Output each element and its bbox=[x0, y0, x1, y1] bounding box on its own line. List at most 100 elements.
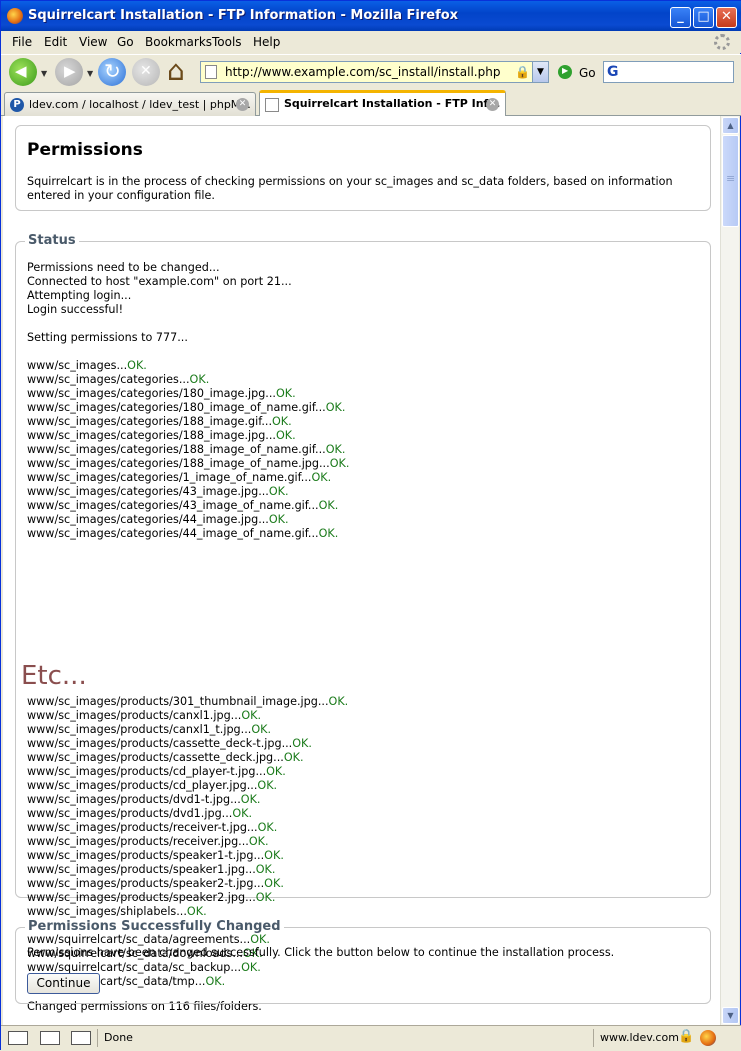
ok-status: OK. bbox=[272, 415, 292, 428]
ok-status: OK. bbox=[189, 373, 210, 386]
ok-status: OK. bbox=[318, 499, 339, 512]
file-permission-line: www/sc_images/products/301_thumbnail_ima… bbox=[27, 695, 349, 708]
scroll-up-arrow-icon[interactable]: ▲ bbox=[722, 117, 739, 134]
status-log: Permissions need to be changed... Connect… bbox=[27, 261, 349, 541]
file-permission-line: www/sc_images/products/cd_player.jpg...O… bbox=[27, 779, 278, 792]
firefox-icon[interactable] bbox=[700, 1030, 716, 1046]
page-icon bbox=[265, 98, 279, 112]
maximize-button[interactable]: □ bbox=[693, 7, 714, 28]
page-icon bbox=[205, 65, 217, 79]
url-input[interactable]: http://www.example.com/sc_install/instal… bbox=[225, 65, 500, 79]
status-text: Done bbox=[104, 1031, 133, 1044]
window-title: Squirrelcart Installation - FTP Informat… bbox=[28, 8, 459, 23]
vertical-scrollbar[interactable]: ▲ ▼ bbox=[720, 116, 739, 1025]
throbber-icon bbox=[714, 34, 730, 50]
google-icon[interactable]: G bbox=[607, 64, 619, 80]
file-permission-line: www/sc_images/categories/44_image_of_nam… bbox=[27, 527, 339, 540]
back-button[interactable] bbox=[9, 58, 37, 86]
file-permission-line: www/sc_images/categories/1_image_of_name… bbox=[27, 471, 332, 484]
page-title: Permissions bbox=[27, 140, 143, 160]
ok-status: OK. bbox=[264, 849, 284, 862]
file-permission-line: www/sc_images/categories/188_image_of_na… bbox=[27, 457, 350, 470]
scroll-down-arrow-icon[interactable]: ▼ bbox=[722, 1007, 739, 1024]
stop-button[interactable] bbox=[132, 58, 160, 86]
file-permission-line: www/sc_images/categories/188_image.gif..… bbox=[27, 415, 292, 428]
go-button[interactable]: Go bbox=[579, 66, 596, 80]
status-line: Attempting login... bbox=[27, 289, 132, 302]
file-permission-line: www/sc_images/products/canxl1_t.jpg...OK… bbox=[27, 723, 272, 736]
go-icon[interactable] bbox=[558, 65, 572, 79]
menu-file[interactable]: File bbox=[12, 35, 32, 49]
ok-status: OK. bbox=[257, 821, 278, 834]
file-permission-line: www/sc_images/products/speaker2.jpg...OK… bbox=[27, 891, 276, 904]
file-permission-line: www/sc_images/categories/188_image_of_na… bbox=[27, 443, 346, 456]
reload-button[interactable] bbox=[98, 58, 126, 86]
status-line: Setting permissions to 777... bbox=[27, 331, 188, 344]
lock-icon[interactable]: 🔒 bbox=[515, 65, 530, 79]
menu-view[interactable]: View bbox=[79, 35, 107, 49]
ok-status: OK. bbox=[232, 807, 253, 820]
minimize-button[interactable]: _ bbox=[670, 7, 691, 28]
close-tab-icon[interactable]: ✕ bbox=[486, 98, 499, 111]
file-permission-line: www/sc_images/categories/180_image_of_na… bbox=[27, 401, 346, 414]
ok-status: OK. bbox=[268, 513, 289, 526]
tab-label: Squirrelcart Installation - FTP Inf... bbox=[284, 97, 501, 110]
forward-button[interactable] bbox=[55, 58, 83, 86]
status-host: www.ldev.com bbox=[600, 1031, 679, 1044]
lock-icon[interactable]: 🔒 bbox=[678, 1029, 694, 1044]
menu-bookmarks[interactable]: Bookmarks bbox=[145, 35, 212, 49]
scroll-thumb[interactable] bbox=[722, 135, 739, 227]
close-button[interactable]: ✕ bbox=[716, 7, 737, 28]
back-history-arrow-icon[interactable]: ▼ bbox=[41, 69, 47, 78]
file-permission-line: www/sc_images/products/dvd1-t.jpg...OK. bbox=[27, 793, 261, 806]
file-permission-line: www/sc_images/categories/188_image.jpg..… bbox=[27, 429, 296, 442]
file-permission-line: www/sc_images/products/speaker1-t.jpg...… bbox=[27, 849, 284, 862]
file-permission-line: www/sc_images/products/cd_player-t.jpg..… bbox=[27, 765, 286, 778]
status-divider bbox=[593, 1029, 594, 1047]
file-permission-line: www/sc_images/products/cassette_deck.jpg… bbox=[27, 751, 304, 764]
menu-edit[interactable]: Edit bbox=[44, 35, 67, 49]
ok-status: OK. bbox=[292, 737, 312, 750]
firefox-icon bbox=[7, 8, 23, 24]
phpmyadmin-icon: P bbox=[10, 98, 24, 112]
tab-strip: P ldev.com / localhost / ldev_test | php… bbox=[1, 90, 741, 117]
file-permission-line: www/sc_images/products/receiver.jpg...OK… bbox=[27, 835, 269, 848]
file-permission-line: www/sc_images/products/receiver-t.jpg...… bbox=[27, 821, 278, 834]
ok-status: OK. bbox=[240, 793, 261, 806]
search-input[interactable]: G bbox=[603, 61, 734, 83]
forward-history-arrow-icon[interactable]: ▼ bbox=[87, 69, 93, 78]
tab-phpmyadmin[interactable]: P ldev.com / localhost / ldev_test | php… bbox=[4, 92, 256, 116]
success-legend: Permissions Successfully Changed bbox=[25, 919, 284, 934]
status-line: Login successful! bbox=[27, 303, 124, 316]
ok-status: OK. bbox=[264, 877, 284, 890]
status-bar: Done www.ldev.com 🔒 bbox=[1, 1025, 741, 1051]
ok-status: OK. bbox=[186, 905, 207, 918]
ok-status: OK. bbox=[268, 485, 289, 498]
status-legend: Status bbox=[25, 233, 79, 248]
status-tool-icon[interactable] bbox=[71, 1031, 91, 1045]
menu-tools[interactable]: Tools bbox=[212, 35, 242, 49]
ok-status: OK. bbox=[251, 723, 272, 736]
ok-status: OK. bbox=[255, 891, 276, 904]
continue-button[interactable]: Continue bbox=[27, 973, 100, 994]
url-bar[interactable]: http://www.example.com/sc_install/instal… bbox=[200, 61, 549, 83]
status-chart-icon[interactable] bbox=[40, 1031, 60, 1045]
home-button[interactable] bbox=[166, 54, 194, 87]
file-permission-line: www/sc_images/products/speaker1.jpg...OK… bbox=[27, 863, 276, 876]
menu-help[interactable]: Help bbox=[253, 35, 280, 49]
status-panel-icon[interactable] bbox=[8, 1031, 28, 1045]
menu-go[interactable]: Go bbox=[117, 35, 134, 49]
ok-status: OK. bbox=[275, 429, 296, 442]
file-permission-line: www/sc_images/products/speaker2-t.jpg...… bbox=[27, 877, 284, 890]
ok-status: OK. bbox=[266, 765, 286, 778]
status-panel: Status Permissions need to be changed...… bbox=[15, 233, 711, 1013]
close-tab-icon[interactable]: ✕ bbox=[236, 98, 249, 111]
ok-status: OK. bbox=[275, 387, 296, 400]
file-permission-line: www/sc_images/products/dvd1.jpg...OK. bbox=[27, 807, 253, 820]
tab-squirrelcart[interactable]: Squirrelcart Installation - FTP Inf... ✕ bbox=[259, 90, 506, 117]
ok-status: OK. bbox=[255, 863, 276, 876]
file-permission-line: www/sc_images/products/canxl1.jpg...OK. bbox=[27, 709, 262, 722]
status-line: Connected to host "example.com" on port … bbox=[27, 275, 292, 288]
ok-status: OK. bbox=[325, 443, 346, 456]
url-history-dropdown[interactable]: ▼ bbox=[532, 62, 548, 82]
